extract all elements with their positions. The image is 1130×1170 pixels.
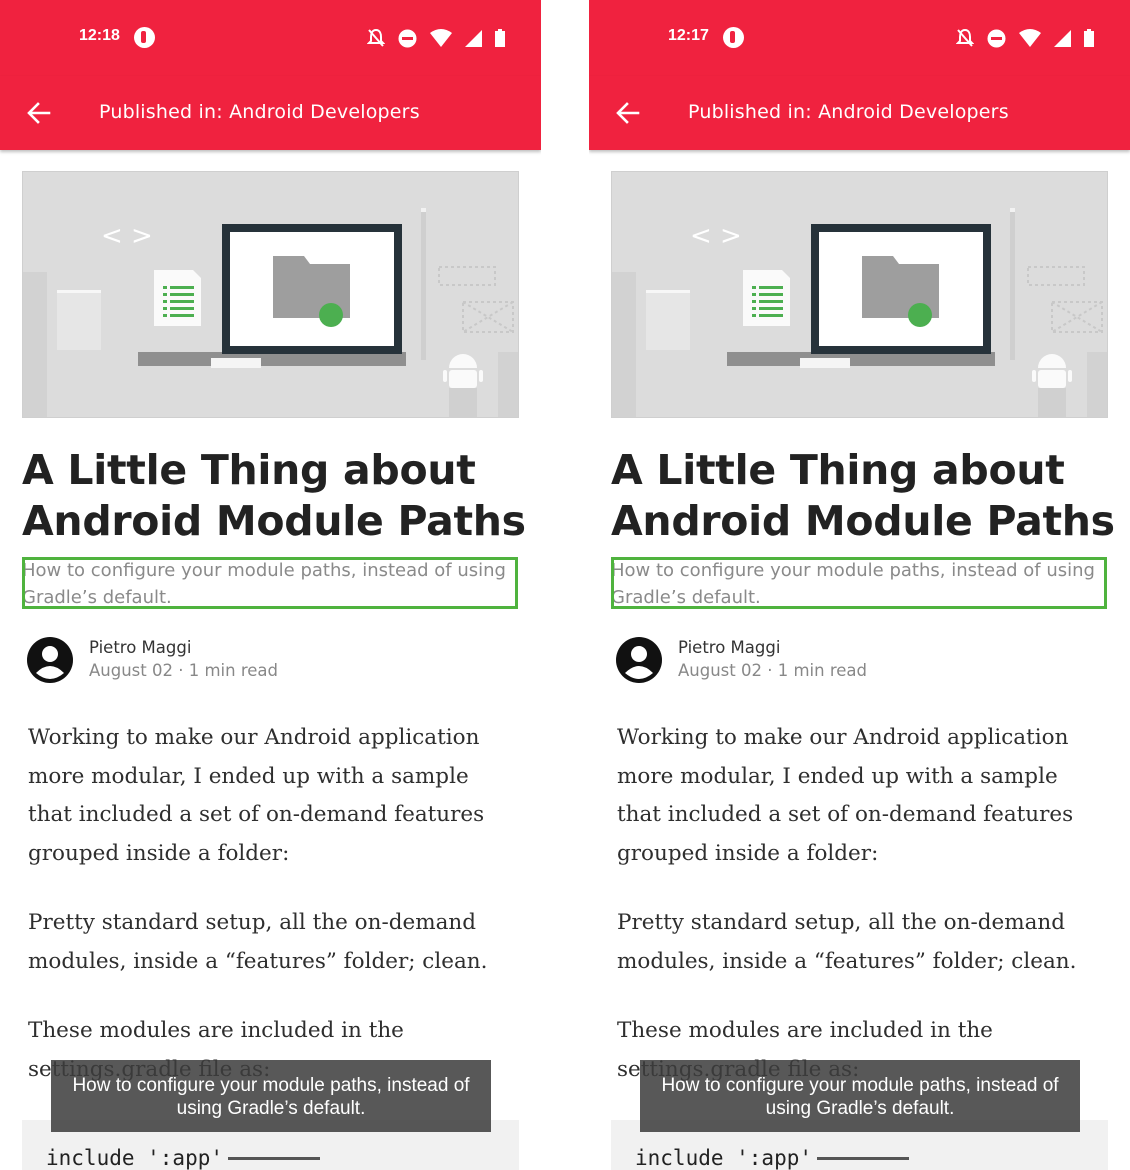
svg-text:< >: < >: [690, 221, 742, 251]
status-bar: 12:17: [589, 0, 1130, 76]
article-paragraph-1: Working to make our Android application …: [28, 725, 485, 866]
article-title: A Little Thing about Android Module Path…: [611, 446, 1115, 545]
account-circle-icon[interactable]: [616, 637, 662, 683]
app-bar: Published in: Android Developers: [589, 76, 1130, 150]
status-icons: [956, 27, 1094, 49]
status-icons: [367, 27, 505, 49]
account-circle-icon[interactable]: [27, 637, 73, 683]
subtitle-highlight-box: [611, 557, 1107, 609]
code-line: include ':app': [635, 1146, 813, 1170]
article-paragraph-1: Working to make our Android application …: [617, 725, 1074, 866]
app-bar-title: Published in: Android Developers: [99, 101, 420, 123]
status-bar: 12:18: [0, 0, 541, 76]
back-arrow-icon[interactable]: [25, 99, 53, 127]
app-notification-icon: [134, 27, 155, 48]
back-arrow-icon[interactable]: [614, 99, 642, 127]
app-notification-icon: [723, 27, 744, 48]
hero-illustration: < >: [23, 172, 518, 417]
battery-icon: [1084, 29, 1094, 47]
phone-screen-left: 12:18 Published in: Android Developers <…: [0, 0, 541, 1170]
article-paragraph-2: Pretty standard setup, all the on-demand…: [28, 910, 488, 974]
svg-text:< >: < >: [101, 221, 153, 251]
status-time: 12:18: [79, 27, 120, 44]
dnd-icon: [398, 29, 417, 47]
code-strikethrough: [817, 1157, 909, 1160]
app-bar: Published in: Android Developers: [0, 76, 541, 150]
caption-overlay: How to configure your module paths, inst…: [640, 1060, 1080, 1132]
signal-icon: [1054, 29, 1071, 47]
code-strikethrough: [228, 1157, 320, 1160]
author-name[interactable]: Pietro Maggi: [89, 638, 191, 657]
author-name[interactable]: Pietro Maggi: [678, 638, 780, 657]
hero-image[interactable]: < >: [22, 171, 519, 418]
do-not-disturb-off-icon: [367, 28, 385, 47]
signal-icon: [465, 29, 482, 47]
status-time: 12:17: [668, 27, 709, 44]
caption-overlay: How to configure your module paths, inst…: [51, 1060, 491, 1132]
wifi-icon: [430, 29, 452, 47]
phone-screen-right: 12:17 Published in: Android Developers <…: [589, 0, 1130, 1170]
code-line: include ':app': [46, 1146, 224, 1170]
hero-image[interactable]: < >: [611, 171, 1108, 418]
article-title: A Little Thing about Android Module Path…: [22, 446, 526, 545]
battery-icon: [495, 29, 505, 47]
app-bar-title: Published in: Android Developers: [688, 101, 1009, 123]
article-paragraph-2: Pretty standard setup, all the on-demand…: [617, 910, 1077, 974]
author-meta: August 02 · 1 min read: [89, 661, 278, 680]
subtitle-highlight-box: [22, 557, 518, 609]
author-meta: August 02 · 1 min read: [678, 661, 867, 680]
dnd-icon: [987, 29, 1006, 47]
do-not-disturb-off-icon: [956, 28, 974, 47]
wifi-icon: [1019, 29, 1041, 47]
hero-illustration: < >: [612, 172, 1107, 417]
